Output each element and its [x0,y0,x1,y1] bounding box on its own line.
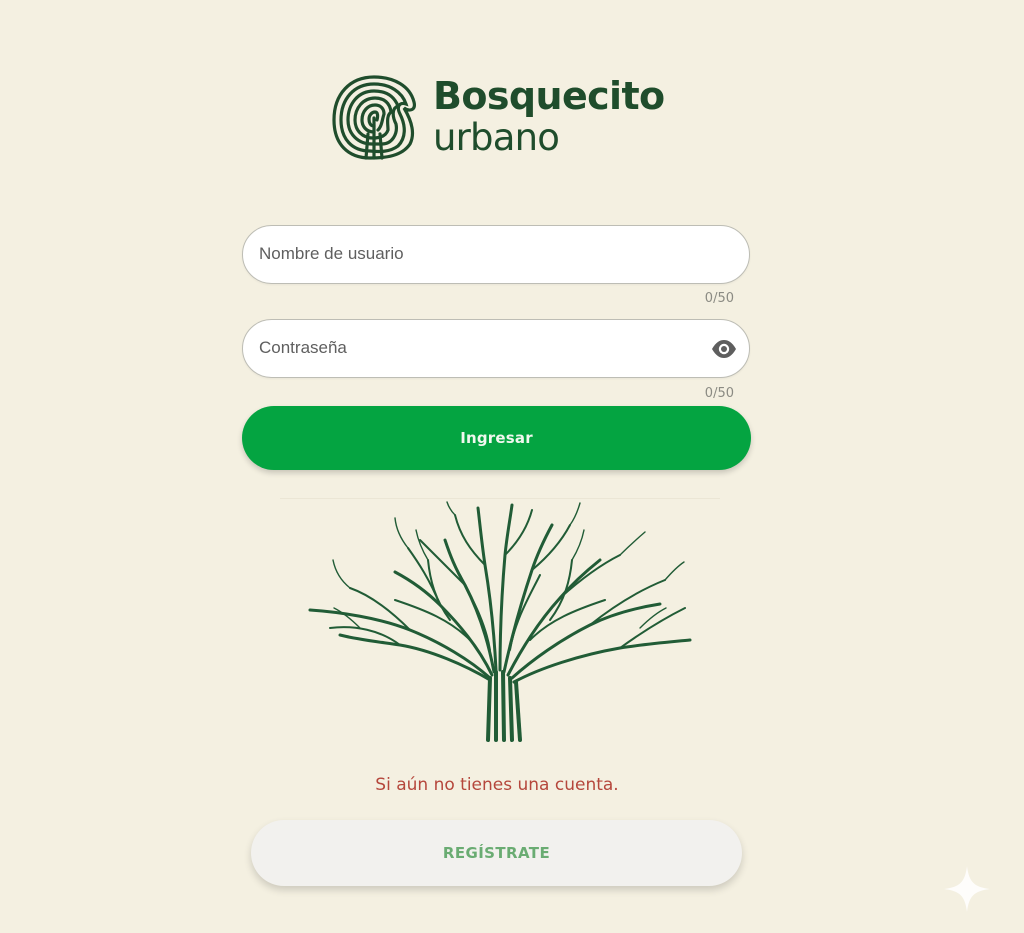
sparkle-icon [944,866,990,912]
brand-name-line1: Bosquecito [433,74,665,118]
username-field-container[interactable] [242,225,750,284]
divider [280,498,720,499]
eye-icon[interactable] [711,336,737,362]
brand-wordmark: Bosquecito urbano [433,74,665,158]
brand-logo: Bosquecito urbano [330,72,670,164]
password-char-counter: 0/50 [704,386,734,401]
password-field-container[interactable] [242,319,750,378]
brand-name-line2: urbano [433,116,560,159]
username-input[interactable] [259,226,699,282]
login-button[interactable]: Ingresar [242,406,751,470]
register-button[interactable]: REGÍSTRATE [251,820,742,886]
password-input[interactable] [259,320,699,376]
tree-ring-logo-icon [332,75,416,160]
username-char-counter: 0/50 [704,291,734,306]
tree-icon [308,501,692,742]
signup-prompt: Si aún no tienes una cuenta. [375,775,619,795]
